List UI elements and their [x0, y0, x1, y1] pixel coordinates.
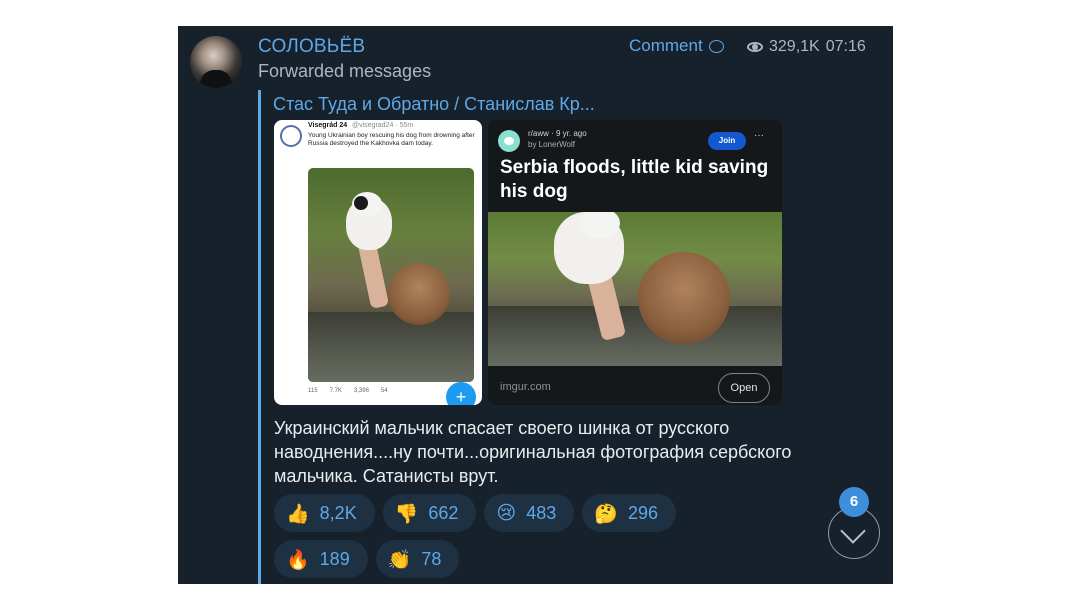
reaction-thumbs-up[interactable]: 👍 8,2K	[274, 494, 375, 532]
message-text: Украинский мальчик спасает своего шинка …	[274, 418, 792, 486]
flood-water	[308, 312, 474, 382]
open-label: Open	[718, 373, 770, 403]
reaction-clap[interactable]: 👏 78	[375, 540, 460, 578]
reaction-count: 8,2K	[319, 502, 357, 523]
eye-icon	[747, 42, 763, 52]
plus-icon: +	[446, 382, 476, 405]
reaction-count: 78	[421, 548, 442, 569]
reaction-crying[interactable]: 😢 483	[484, 494, 575, 532]
boy-head	[638, 252, 730, 344]
reaction-count: 662	[428, 502, 459, 523]
more-icon: ···	[754, 130, 764, 141]
reaction-thinking[interactable]: 🤔 296	[582, 494, 676, 532]
reddit-screenshot-image[interactable]: r/aww · 9 yr. ago by LonerWolf Join ··· …	[488, 120, 782, 405]
channel-name[interactable]: СОЛОВЬЁВ	[258, 36, 365, 58]
tweet-text: Young Ukrainian boy rescuing his dog fro…	[308, 132, 475, 147]
crying-face-icon: 😢	[496, 502, 517, 524]
tweet-screenshot-image[interactable]: Visegrád 24 @visegrad24 · 55m Young Ukra…	[274, 120, 482, 405]
visegrad-logo	[280, 125, 302, 147]
forward-quote-bar	[258, 90, 261, 584]
post-time: 07:16	[825, 38, 866, 55]
tweet-account-name: Visegrád 24	[308, 122, 348, 129]
unread-badge: 6	[839, 487, 869, 517]
chevron-down-icon	[840, 518, 866, 544]
forwarded-label: Forwarded messages	[258, 61, 432, 81]
reaction-count: 189	[319, 548, 350, 569]
boy-head	[388, 263, 450, 325]
flood-water	[488, 306, 782, 366]
thumbs-up-icon: 👍	[286, 502, 310, 525]
reddit-author: by LonerWolf	[528, 140, 575, 149]
boy-with-dog-photo-original	[488, 212, 782, 366]
comment-label: Comment	[629, 36, 703, 55]
tweet-handle: @visegrad24 · 55m	[352, 122, 414, 129]
reaction-thumbs-down[interactable]: 👎 662	[382, 494, 477, 532]
retweet-count: 7.7K	[329, 388, 342, 394]
reddit-title: Serbia floods, little kid saving his dog	[500, 157, 769, 202]
like-count: 3,396	[353, 388, 369, 394]
thinking-face-icon: 🤔	[594, 502, 618, 525]
subreddit-name: r/aww · 9 yr. ago	[528, 129, 587, 138]
reaction-count: 296	[627, 502, 658, 523]
telegram-channel-post: СОЛОВЬЁВ Forwarded messages Comment 329,…	[178, 26, 893, 584]
reply-count: 115	[308, 388, 318, 394]
quoted-author[interactable]: Стас Туда и Обратно / Станислав Кр...	[273, 94, 595, 115]
thumbs-down-icon: 👎	[394, 502, 419, 525]
reactions-bar: 👍 8,2K 👎 662 😢 483 🤔 296 🔥 189 👏 78	[274, 494, 734, 578]
view-count-tweet: 54	[380, 388, 388, 394]
link-domain: imgur.com	[500, 381, 551, 393]
view-count: 329,1K	[769, 38, 820, 55]
reaction-fire[interactable]: 🔥 189	[274, 540, 368, 578]
fire-icon: 🔥	[286, 548, 310, 571]
post-meta: 329,1K 07:16	[747, 38, 866, 56]
channel-avatar[interactable]	[190, 36, 242, 88]
clapping-hands-icon: 👏	[387, 548, 412, 571]
subreddit-icon	[498, 130, 520, 152]
comment-bubble-icon	[708, 39, 724, 53]
join-label: Join	[708, 132, 746, 150]
comment-button[interactable]: Comment	[629, 36, 724, 56]
boy-with-dog-photo	[308, 168, 474, 382]
tweet-actions: 115 7.7K 3,396 54	[308, 388, 388, 394]
reaction-count: 483	[526, 502, 557, 523]
puppy-ear	[354, 196, 368, 210]
